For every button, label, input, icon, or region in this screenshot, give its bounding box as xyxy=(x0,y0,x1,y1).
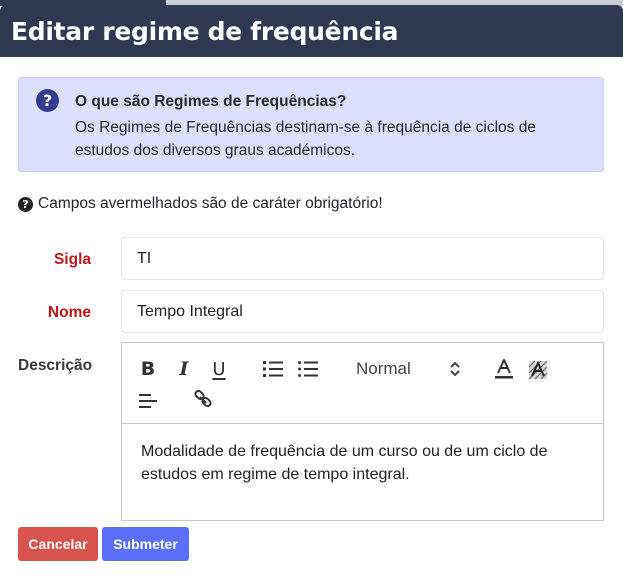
question-icon: ? xyxy=(18,196,33,212)
header-select[interactable]: Normal xyxy=(350,355,468,383)
bullet-list-icon xyxy=(298,361,318,377)
link-icon xyxy=(194,390,212,408)
submit-button[interactable]: Submeter xyxy=(102,527,189,561)
description-editor: B I U Normal Modalidade de frequência de… xyxy=(121,342,604,521)
required-note: ? Campos avermelhados são de caráter obr… xyxy=(18,195,383,213)
italic-button[interactable]: I xyxy=(172,357,196,381)
sigla-input[interactable] xyxy=(121,237,604,280)
align-left-icon xyxy=(139,394,157,408)
header-select-value: Normal xyxy=(356,359,411,378)
editor-toolbar: B I U Normal xyxy=(122,343,603,424)
background-color-button[interactable] xyxy=(526,358,550,382)
sigla-label: Sigla xyxy=(53,251,91,268)
underline-button[interactable]: U xyxy=(207,357,231,381)
link-button[interactable] xyxy=(191,388,215,412)
nome-label: Nome xyxy=(47,304,91,321)
info-title: O que são Regimes de Frequências? xyxy=(75,93,347,110)
background-color-icon xyxy=(528,360,548,380)
bullet-list-button[interactable] xyxy=(296,357,320,381)
align-button[interactable] xyxy=(136,389,160,413)
text-color-icon xyxy=(495,359,513,379)
modal-header: Editar regime de frequência xyxy=(0,5,623,57)
required-note-text: Campos avermelhados são de caráter obrig… xyxy=(38,195,383,212)
modal-title: Editar regime de frequência xyxy=(11,16,399,46)
nome-input[interactable] xyxy=(121,290,604,333)
descricao-label: Descrição xyxy=(18,357,93,374)
ordered-list-button[interactable] xyxy=(261,357,285,381)
text-color-button[interactable] xyxy=(492,357,516,381)
ordered-list-icon xyxy=(263,361,283,377)
question-circle-icon: ? xyxy=(36,89,59,112)
cancel-button[interactable]: Cancelar xyxy=(18,527,98,561)
bold-button[interactable]: B xyxy=(136,357,160,381)
select-arrows-icon xyxy=(450,362,460,376)
editor-content[interactable]: Modalidade de frequência de um curso ou … xyxy=(141,440,581,486)
info-alert: ? O que são Regimes de Frequências? Os R… xyxy=(18,77,604,172)
info-text: Os Regimes de Frequências destinam-se à … xyxy=(75,119,536,159)
